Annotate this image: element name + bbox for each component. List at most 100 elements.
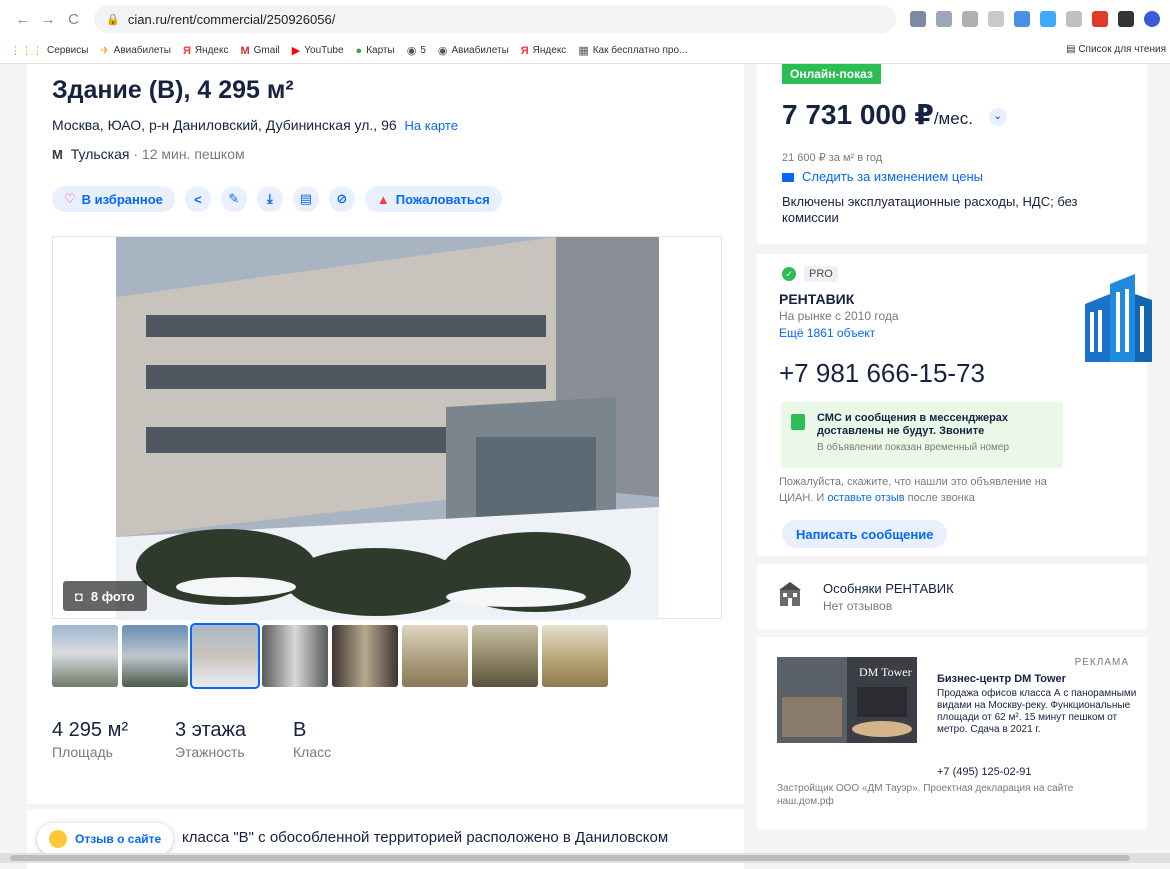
note-button[interactable]: ✎ xyxy=(220,186,247,212)
photo-gallery[interactable]: ◘ 8 фото xyxy=(52,236,722,620)
thumbnail[interactable] xyxy=(472,625,538,687)
price: 7 731 000 ₽/мес. ⌄ xyxy=(782,98,1007,131)
metro-station[interactable]: Тульская xyxy=(71,146,130,162)
agent-name[interactable]: РЕНТАВИК xyxy=(779,291,854,307)
reading-list[interactable]: ▤ Список для чтения xyxy=(1066,44,1166,55)
envelope-icon xyxy=(782,173,794,183)
map-link[interactable]: На карте xyxy=(405,118,458,133)
thumbnail-active[interactable] xyxy=(190,623,260,689)
price-per-sqm: 21 600 ₽ за м² в год xyxy=(782,152,883,164)
thumbnail[interactable] xyxy=(402,625,468,687)
thumbnail[interactable] xyxy=(262,625,328,687)
shield-check-icon: ✓ xyxy=(782,267,796,281)
metro-info: М Тульская · 12 мин. пешком xyxy=(52,146,245,162)
camera-icon: ◘ xyxy=(75,588,83,604)
scrollbar-thumb[interactable] xyxy=(10,855,1130,861)
listing-facts: 4 295 м² Площадь 3 этажа Этажность B Кла… xyxy=(52,719,331,760)
reload-icon[interactable]: C xyxy=(61,11,86,28)
price-card: Онлайн-показ 7 731 000 ₽/мес. ⌄ 21 600 ₽… xyxy=(757,64,1147,244)
extension-icon[interactable] xyxy=(1066,11,1082,27)
bookmark-gmail[interactable]: M Gmail xyxy=(240,45,279,57)
ad-label: РЕКЛАМА xyxy=(1074,657,1129,668)
ad-image[interactable]: DM Tower xyxy=(777,657,917,743)
leave-review-link[interactable]: оставьте отзыв xyxy=(827,492,904,504)
phone-icon xyxy=(791,414,805,430)
agent-more-link[interactable]: Ещё 1861 объект xyxy=(779,326,875,340)
bookmark-flights-2[interactable]: ◉ Авиабилеты xyxy=(438,44,509,57)
hide-icon: ⊘ xyxy=(336,191,348,206)
extension-icon[interactable] xyxy=(936,11,952,27)
page-content: Здание (В), 4 295 м² Москва, ЮАО, р-н Да… xyxy=(0,64,1170,869)
agency-name: Особняки РЕНТАВИК xyxy=(823,581,954,596)
favorite-button[interactable]: ♡ В избранное xyxy=(52,186,175,212)
bookmark-how-to[interactable]: ▦ Как бесплатно про... xyxy=(578,44,687,57)
photo-thumbnails xyxy=(52,623,608,689)
agency-logo[interactable] xyxy=(1080,274,1152,364)
warning-icon: ▲ xyxy=(376,191,390,207)
ad-footnote: Застройщик ООО «ДМ Тауэр». Проектная дек… xyxy=(777,783,1074,807)
hide-button[interactable]: ⊘ xyxy=(328,186,355,212)
back-icon[interactable]: ← xyxy=(10,11,35,28)
smile-icon xyxy=(49,830,67,848)
puzzle-icon[interactable] xyxy=(1118,11,1134,27)
pencil-icon: ✎ xyxy=(228,191,240,206)
chevron-down-icon[interactable]: ⌄ xyxy=(988,107,1007,126)
track-price-link[interactable]: Следить за изменением цены xyxy=(782,169,983,184)
bookmark-youtube[interactable]: ▶ YouTube xyxy=(292,44,344,57)
tell-cian-note: Пожалуйста, скажите, что нашли это объяв… xyxy=(779,476,1047,504)
address-bar[interactable]: 🔒 cian.ru/rent/commercial/250926056/ xyxy=(94,5,896,33)
download-icon: ⤓ xyxy=(267,191,273,206)
ad-title[interactable]: Бизнес-центр DM Tower xyxy=(937,673,1066,685)
pro-badge: ✓ PRO xyxy=(782,266,838,282)
extension-icon[interactable] xyxy=(1040,11,1056,27)
extension-icon[interactable] xyxy=(1014,11,1030,27)
share-icon: < xyxy=(194,191,202,207)
mansion-icon xyxy=(779,582,801,606)
advertisement-card[interactable]: РЕКЛАМА DM Tower Бизнес-центр DM Tower П… xyxy=(757,637,1147,829)
metro-time: · 12 мин. пешком xyxy=(133,146,245,162)
agency-reviews-card[interactable]: Особняки РЕНТАВИК Нет отзывов xyxy=(757,564,1147,629)
fact-area: 4 295 м² Площадь xyxy=(52,719,129,760)
description-text: класса "В" с обособленной территорией ра… xyxy=(182,829,669,846)
heart-icon: ♡ xyxy=(64,191,76,206)
main-photo[interactable] xyxy=(116,237,659,620)
thumbnail[interactable] xyxy=(52,625,118,687)
agent-since: На рынке с 2010 года xyxy=(779,309,899,323)
bookmark-yandex-2[interactable]: Я Яндекс xyxy=(521,45,567,57)
zoom-icon[interactable] xyxy=(962,11,978,27)
share-button[interactable]: < xyxy=(184,186,211,212)
report-button[interactable]: ▲ Пожаловаться xyxy=(364,186,502,212)
thumbnail[interactable] xyxy=(332,625,398,687)
write-message-button[interactable]: Написать сообщение xyxy=(782,520,948,548)
ad-phone[interactable]: +7 (495) 125-02-91 xyxy=(937,766,1031,778)
profile-icon[interactable] xyxy=(1144,11,1160,27)
bookmarks-bar: ⋮⋮⋮ Сервисы ✈ Авиабилеты Я Яндекс M Gmail ▶ Y… xyxy=(0,38,1170,64)
thumbnail[interactable] xyxy=(542,625,608,687)
url-text: cian.ru/rent/commercial/250926056/ xyxy=(127,11,336,27)
browser-toolbar: ← → C 🔒 cian.ru/rent/commercial/25092605… xyxy=(0,0,1170,38)
download-button[interactable]: ⤓ xyxy=(256,186,283,212)
reading-list-icon: ▤ xyxy=(1066,44,1079,55)
print-button[interactable]: ▤ xyxy=(292,186,319,212)
extension-icon[interactable] xyxy=(910,11,926,27)
print-icon: ▤ xyxy=(299,191,313,206)
extensions xyxy=(910,11,1160,27)
agent-phone[interactable]: +7 981 666-15-73 xyxy=(779,358,985,389)
fact-class: B Класс xyxy=(293,719,332,760)
bookmark-flights[interactable]: ✈ Авиабилеты xyxy=(100,44,171,57)
photo-count-button[interactable]: ◘ 8 фото xyxy=(63,581,147,611)
building-photo xyxy=(116,237,659,620)
forward-icon[interactable]: → xyxy=(35,11,60,28)
action-buttons: ♡ В избранное < ✎ ⤓ ▤ ⊘ ▲ Пожаловаться xyxy=(52,186,502,212)
pdf-icon[interactable] xyxy=(1092,11,1108,27)
horizontal-scrollbar[interactable] xyxy=(0,853,1170,863)
bookmark-apps[interactable]: ⋮⋮⋮ Сервисы xyxy=(10,44,88,57)
sms-warning: СМС и сообщения в мессенджерах доставлен… xyxy=(781,402,1063,468)
star-icon[interactable] xyxy=(988,11,1004,27)
thumbnail[interactable] xyxy=(122,625,188,687)
bookmark-yandex[interactable]: Я Яндекс xyxy=(183,45,229,57)
bookmark-maps[interactable]: ● Карты xyxy=(356,45,395,57)
site-feedback-button[interactable]: Отзыв о сайте xyxy=(37,823,174,855)
listing-title: Здание (В), 4 295 м² xyxy=(52,76,294,104)
bookmark-5[interactable]: ◉ 5 xyxy=(407,44,426,57)
